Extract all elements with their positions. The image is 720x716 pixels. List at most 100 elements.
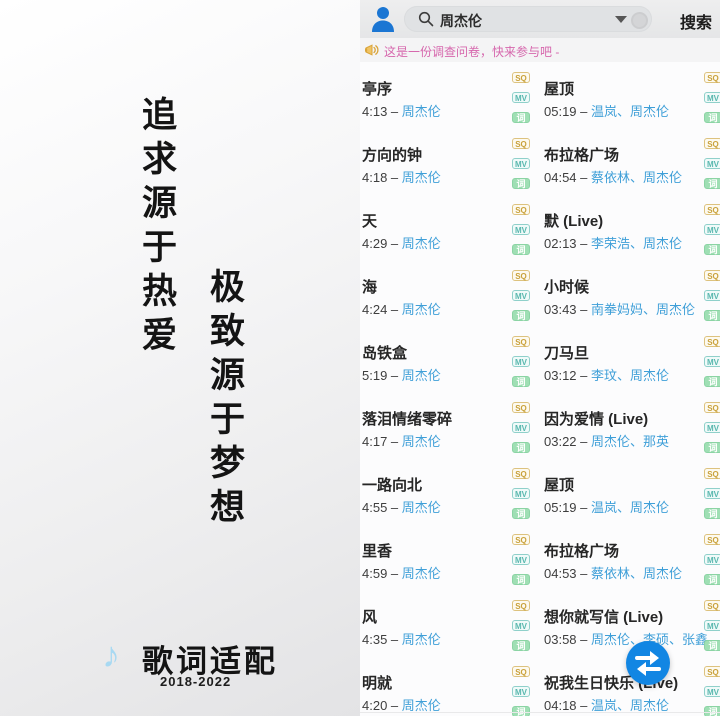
mv-badge: MV — [704, 158, 720, 169]
song-row[interactable]: SQ MV 词 — [704, 202, 720, 268]
song-row[interactable]: SQ MV 词 — [704, 532, 720, 598]
song-row[interactable]: SQ MV 词 因为爱情 (Live) 03:22 – 周杰伦、那英 — [512, 400, 718, 466]
song-title[interactable]: 默 (Live) — [544, 210, 603, 231]
song-row[interactable]: 天 4:29 – 周杰伦 — [362, 202, 510, 268]
song-row[interactable]: 明就 4:20 – 周杰伦 — [362, 664, 510, 716]
song-row[interactable]: SQ MV 词 — [704, 466, 720, 532]
song-row[interactable]: 落泪情绪零碎 4:17 – 周杰伦 — [362, 400, 510, 466]
song-duration-artists: 04:54 – 蔡依林、周杰伦 — [544, 167, 682, 186]
clear-search-icon[interactable] — [631, 12, 648, 29]
song-duration: 4:55 – — [362, 500, 402, 515]
survey-announcement-banner[interactable]: 这是一份调查问卷，快来参与吧 - — [360, 38, 720, 62]
user-avatar-icon[interactable] — [370, 5, 396, 33]
song-artists-link[interactable]: 蔡依林、周杰伦 — [591, 566, 682, 581]
search-query-text[interactable]: 周杰伦 — [440, 11, 482, 31]
song-artists-link[interactable]: 周杰伦 — [402, 434, 441, 449]
song-row[interactable]: SQ MV 词 屋顶 05:19 – 温岚、周杰伦 — [512, 466, 718, 532]
song-title[interactable]: 想你就写信 (Live) — [544, 606, 663, 627]
song-row[interactable]: SQ MV 词 小时候 03:43 – 南拳妈妈、周杰伦 — [512, 268, 718, 334]
song-title[interactable]: 布拉格广场 — [544, 144, 619, 165]
song-duration: 04:53 – — [544, 566, 591, 581]
song-row[interactable]: SQ MV 词 刀马旦 03:12 – 李玟、周杰伦 — [512, 334, 718, 400]
song-duration: 02:13 – — [544, 236, 591, 251]
song-row[interactable]: 风 4:35 – 周杰伦 — [362, 598, 510, 664]
song-duration-artists: 03:22 – 周杰伦、那英 — [544, 431, 669, 450]
quality-badges: SQ MV 词 — [512, 468, 530, 528]
song-title[interactable]: 里香 — [362, 540, 392, 561]
song-artists-link[interactable]: 温岚、周杰伦 — [591, 104, 669, 119]
song-row[interactable]: SQ MV 词 — [704, 136, 720, 202]
song-row[interactable]: SQ MV 词 — [704, 598, 720, 664]
song-row[interactable]: 一路向北 4:55 – 周杰伦 — [362, 466, 510, 532]
lyrics-badge: 词 — [512, 706, 530, 716]
song-artists-link[interactable]: 周杰伦 — [402, 698, 441, 713]
song-row[interactable]: SQ MV 词 — [704, 70, 720, 136]
song-row[interactable]: 里香 4:59 – 周杰伦 — [362, 532, 510, 598]
song-row[interactable]: SQ MV 词 布拉格广场 04:53 – 蔡依林、周杰伦 — [512, 532, 718, 598]
song-title[interactable]: 一路向北 — [362, 474, 422, 495]
lyrics-badge: 词 — [512, 112, 530, 123]
song-artists-link[interactable]: 周杰伦 — [402, 368, 441, 383]
song-duration-artists: 4:24 – 周杰伦 — [362, 299, 441, 318]
song-artists-link[interactable]: 周杰伦 — [402, 104, 441, 119]
song-title[interactable]: 亭序 — [362, 78, 392, 99]
sq-quality-badge: SQ — [512, 138, 530, 149]
song-title[interactable]: 小时候 — [544, 276, 589, 297]
song-artists-link[interactable]: 南拳妈妈、周杰伦 — [591, 302, 695, 317]
quality-badges: SQ MV 词 — [704, 72, 720, 132]
song-title[interactable]: 天 — [362, 210, 377, 231]
app-screen: 周杰伦 搜索 这是一份调查问卷，快来参与吧 - 亭序 4:13 – 周杰伦 方向的钟… — [0, 0, 720, 716]
song-title[interactable]: 因为爱情 (Live) — [544, 408, 648, 429]
song-row[interactable]: 方向的钟 4:18 – 周杰伦 — [362, 136, 510, 202]
song-duration-artists: 4:17 – 周杰伦 — [362, 431, 441, 450]
lyrics-badge: 词 — [704, 112, 720, 123]
song-artists-link[interactable]: 周杰伦 — [402, 236, 441, 251]
swap-songs-fab[interactable] — [626, 641, 670, 685]
song-title[interactable]: 海 — [362, 276, 377, 297]
quality-badges: SQ MV 词 — [512, 534, 530, 594]
song-row[interactable]: SQ MV 词 — [704, 664, 720, 716]
sq-quality-badge: SQ — [512, 270, 530, 281]
song-title[interactable]: 明就 — [362, 672, 392, 693]
song-artists-link[interactable]: 周杰伦 — [402, 170, 441, 185]
song-row[interactable]: SQ MV 词想你就写信 (Live) 03:58 – 周杰伦、李硕、张鑫 — [512, 598, 718, 664]
song-title[interactable]: 方向的钟 — [362, 144, 422, 165]
song-title[interactable]: 刀马旦 — [544, 342, 589, 363]
song-row[interactable]: 岛铁盒 5:19 – 周杰伦 — [362, 334, 510, 400]
song-row[interactable]: 海 4:24 – 周杰伦 — [362, 268, 510, 334]
song-artists-link[interactable]: 温岚、周杰伦 — [591, 500, 669, 515]
song-artists-link[interactable]: 周杰伦 — [402, 632, 441, 647]
song-title[interactable]: 布拉格广场 — [544, 540, 619, 561]
song-title[interactable]: 风 — [362, 606, 377, 627]
song-duration: 04:54 – — [544, 170, 591, 185]
song-duration: 05:19 – — [544, 500, 591, 515]
quality-badges: SQ MV 词 — [512, 72, 530, 132]
song-row[interactable]: SQ MV 词 布拉格广场 04:54 – 蔡依林、周杰伦 — [512, 136, 718, 202]
song-title[interactable]: 落泪情绪零碎 — [362, 408, 452, 429]
song-title[interactable]: 岛铁盒 — [362, 342, 407, 363]
song-artists-link[interactable]: 周杰伦 — [402, 500, 441, 515]
lyrics-badge: 词 — [512, 574, 530, 585]
song-title[interactable]: 屋顶 — [544, 474, 574, 495]
song-row[interactable]: SQ MV 词 屋顶 05:19 – 温岚、周杰伦 — [512, 70, 718, 136]
song-artists-link[interactable]: 周杰伦 — [402, 302, 441, 317]
sq-quality-badge: SQ — [512, 534, 530, 545]
song-row[interactable]: SQ MV 词 — [704, 400, 720, 466]
song-row[interactable]: SQMV词祝我生日快乐 (Live)04:18 – 温岚、周杰伦 — [512, 664, 718, 716]
song-artists-link[interactable]: 李玟、周杰伦 — [591, 368, 669, 383]
song-row[interactable]: SQ MV 词 — [704, 334, 720, 400]
song-artists-link[interactable]: 周杰伦 — [402, 566, 441, 581]
song-row[interactable]: 亭序 4:13 – 周杰伦 — [362, 70, 510, 136]
song-artists-link[interactable]: 周杰伦、那英 — [591, 434, 669, 449]
song-artists-link[interactable]: 温岚、周杰伦 — [591, 698, 669, 713]
song-artists-link[interactable]: 李荣浩、周杰伦 — [591, 236, 682, 251]
song-row[interactable]: SQ MV 词 — [704, 268, 720, 334]
song-artists-link[interactable]: 蔡依林、周杰伦 — [591, 170, 682, 185]
chevron-down-icon[interactable] — [615, 16, 627, 23]
lyrics-badge: 词 — [704, 178, 720, 189]
song-title[interactable]: 屋顶 — [544, 78, 574, 99]
quality-badges: SQ MV 词 — [512, 138, 530, 198]
search-button[interactable]: 搜索 — [680, 9, 712, 33]
lyrics-badge: 词 — [704, 244, 720, 255]
song-row[interactable]: SQ MV 词 默 (Live) 02:13 – 李荣浩、周杰伦 — [512, 202, 718, 268]
